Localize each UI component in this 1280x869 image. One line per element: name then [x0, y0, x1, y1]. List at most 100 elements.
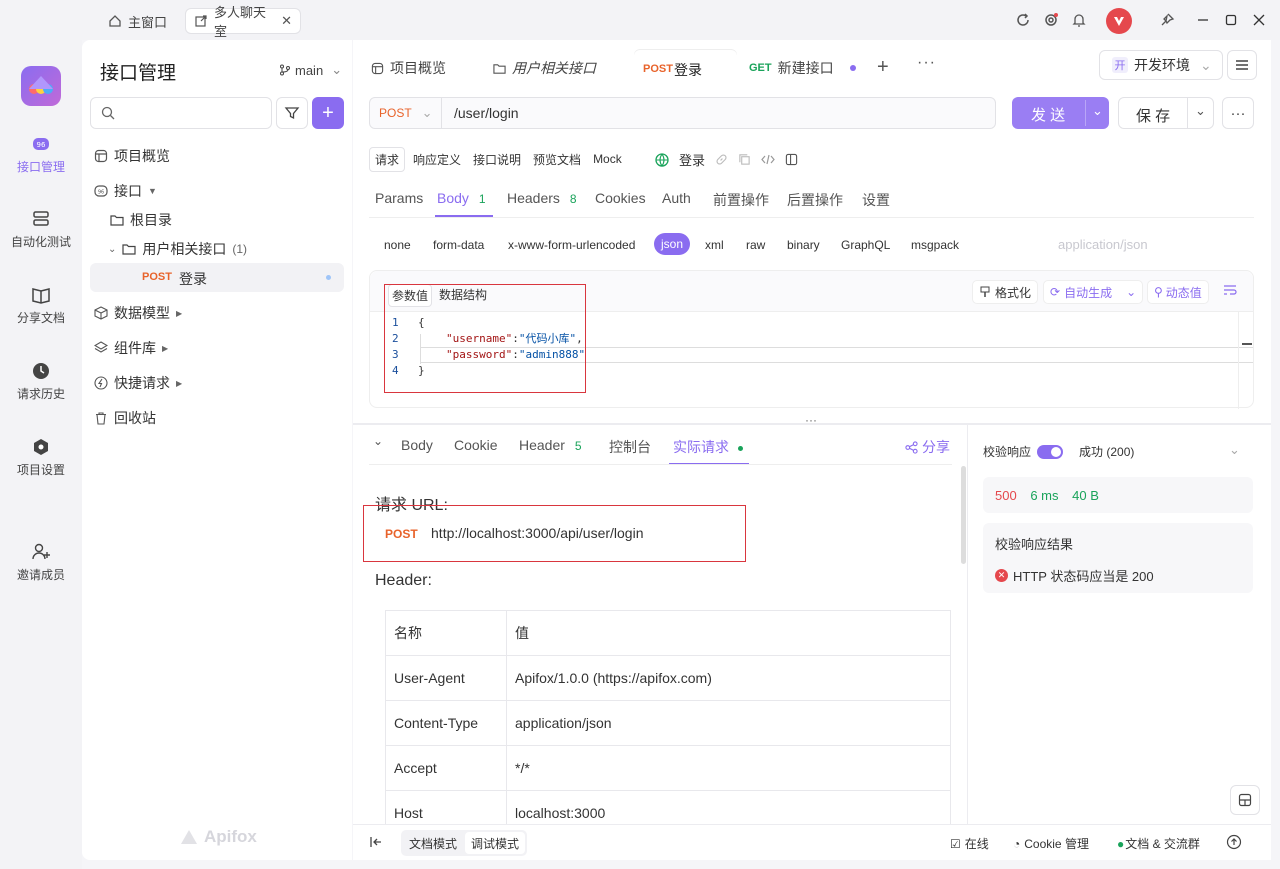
mode-tab-request[interactable]: 请求 — [369, 146, 406, 172]
chevron-down-icon[interactable]: ⌄ — [1126, 285, 1136, 299]
body-type-raw[interactable]: raw — [746, 238, 765, 252]
window-tab-chatroom[interactable]: 多人聊天室 ✕ — [185, 5, 301, 39]
chevron-down-icon[interactable]: ⌄ — [1229, 442, 1240, 458]
tree-item-components[interactable]: 组件库 ▶ — [94, 338, 168, 358]
branch-icon — [279, 64, 291, 76]
avatar[interactable] — [1106, 8, 1132, 34]
tree-item-endpoint-selected[interactable]: POST 登录 — [90, 263, 344, 292]
menu-button[interactable] — [1227, 50, 1257, 80]
share-button[interactable]: 分享 — [905, 437, 950, 457]
mode-tab-mock[interactable]: Mock — [589, 149, 626, 169]
more-tabs-button[interactable]: ··· — [917, 54, 936, 72]
tab-headers[interactable]: Headers 8 — [507, 190, 577, 206]
nav-project-settings[interactable]: 项目设置 — [0, 437, 82, 478]
body-type-graphql[interactable]: GraphQL — [841, 238, 890, 252]
response-tab-console[interactable]: 控制台 — [609, 437, 651, 457]
tab-settings[interactable]: 设置 — [862, 190, 890, 210]
pin-icon[interactable] — [1157, 10, 1177, 30]
response-tab-header[interactable]: Header 5 — [519, 437, 582, 453]
body-type-form-data[interactable]: form-data — [433, 238, 484, 252]
splitter-handle-icon[interactable]: ··· — [805, 413, 817, 427]
debug-mode-button[interactable]: 调试模式 — [465, 832, 526, 854]
tree-item-overview[interactable]: 项目概览 — [94, 146, 170, 166]
window-tab-main[interactable]: 主窗口 — [100, 8, 175, 34]
branch-selector[interactable]: main ⌄ — [279, 62, 342, 78]
close-icon[interactable]: ✕ — [281, 13, 292, 29]
body-type-binary[interactable]: binary — [787, 238, 820, 252]
mode-tab-description[interactable]: 接口说明 — [469, 148, 525, 171]
response-tab-body[interactable]: Body — [401, 437, 433, 453]
tab-auth[interactable]: Auth — [662, 190, 691, 206]
filter-button[interactable] — [276, 97, 308, 129]
tab-user-folder[interactable]: 用户相关接口 — [493, 52, 596, 84]
tab-new-interface[interactable]: GET 新建接口 — [749, 52, 856, 84]
tree-item-quick-request[interactable]: 快捷请求 ▶ — [94, 373, 182, 393]
wrap-icon[interactable] — [1222, 283, 1238, 297]
bell-icon[interactable] — [1069, 10, 1089, 30]
body-type-msgpack[interactable]: msgpack — [911, 238, 959, 252]
tab-pre-operations[interactable]: 前置操作 — [713, 190, 769, 210]
doc-mode-button[interactable]: 文档模式 — [403, 832, 463, 854]
editor-scrollbar-track[interactable] — [1238, 312, 1239, 409]
collapse-icon[interactable]: ⌄ — [373, 434, 383, 448]
code-icon[interactable] — [761, 153, 775, 166]
auto-generate-button[interactable]: ⟳ 自动生成 ⌄ — [1043, 280, 1143, 304]
format-button[interactable]: 格式化 — [972, 280, 1039, 304]
docs-label: 文档 & 交流群 — [1125, 837, 1200, 851]
refresh-icon[interactable] — [1013, 10, 1033, 30]
dynamic-value-button[interactable]: ⚲ 动态值 — [1147, 280, 1209, 304]
link-icon[interactable] — [715, 153, 728, 166]
environment-selector[interactable]: 开 开发环境 ⌄ — [1099, 50, 1223, 80]
tab-params[interactable]: Params — [375, 190, 423, 206]
minimize-icon[interactable] — [1193, 10, 1213, 30]
nav-api-management[interactable]: 96 接口管理 — [0, 134, 82, 175]
tree-item-interfaces[interactable]: 96 接口 ▼ — [94, 181, 157, 201]
tree-item-folder[interactable]: ⌄ 用户相关接口 (1) — [108, 239, 247, 259]
chevron-down-icon[interactable]: ⌄ — [1195, 103, 1206, 119]
mode-tab-preview[interactable]: 预览文档 — [529, 148, 585, 171]
body-type-xml[interactable]: xml — [705, 238, 724, 252]
body-type-urlencoded[interactable]: x-www-form-urlencoded — [508, 238, 635, 252]
upload-icon[interactable] — [1226, 834, 1242, 850]
search-input[interactable] — [90, 97, 272, 129]
response-scrollbar[interactable] — [961, 466, 966, 564]
copy-icon[interactable] — [738, 153, 751, 166]
gear-icon[interactable] — [1041, 10, 1061, 30]
tree-item-recycle-bin[interactable]: 回收站 — [94, 408, 156, 428]
maximize-icon[interactable] — [1221, 10, 1241, 30]
nav-request-history[interactable]: 请求历史 — [0, 361, 82, 402]
online-status[interactable]: ☑ 在线 — [950, 835, 989, 852]
method-selector[interactable]: POST ⌄ — [370, 98, 442, 128]
add-tab-button[interactable]: + — [877, 56, 889, 79]
nav-automation-test[interactable]: 自动化测试 — [0, 209, 82, 250]
tree-item-root[interactable]: 根目录 — [110, 210, 172, 230]
response-tab-cookie[interactable]: Cookie — [454, 437, 498, 453]
chevron-down-icon[interactable]: ⌄ — [1092, 103, 1103, 119]
panel-icon[interactable] — [785, 153, 798, 166]
tree-item-data-models[interactable]: 数据模型 ▶ — [94, 303, 182, 323]
tab-overview[interactable]: 项目概览 — [371, 52, 446, 84]
add-button[interactable]: + — [312, 97, 344, 129]
layout-toggle-button[interactable] — [1230, 785, 1260, 815]
body-type-none[interactable]: none — [384, 238, 411, 252]
save-button[interactable]: 保 存 ⌄ — [1118, 97, 1214, 129]
cookie-manager[interactable]: ◔ Cookie 管理 — [1013, 835, 1089, 852]
close-window-icon[interactable] — [1249, 10, 1269, 30]
nav-share-docs[interactable]: 分享文档 — [0, 285, 82, 326]
tab-login-active[interactable]: POST 登录 — [634, 50, 737, 87]
send-button[interactable]: 发 送 ⌄ — [1012, 97, 1109, 129]
response-tab-actual-request[interactable]: 实际请求 — [673, 437, 743, 457]
nav-invite-members[interactable]: 邀请成员 — [0, 542, 82, 583]
more-actions-button[interactable]: ··· — [1222, 97, 1254, 129]
tab-body[interactable]: Body 1 — [437, 190, 486, 206]
url-input[interactable]: /user/login — [454, 105, 519, 121]
method-badge: POST — [142, 271, 172, 283]
docs-community[interactable]: ● 文档 & 交流群 — [1117, 835, 1200, 852]
toggle-switch[interactable] — [1037, 444, 1064, 459]
mode-tab-response-def[interactable]: 响应定义 — [409, 148, 465, 171]
validate-response-toggle[interactable]: 校验响应 成功 (200) — [983, 443, 1134, 460]
body-type-json[interactable]: json — [654, 233, 690, 255]
tab-cookies[interactable]: Cookies — [595, 190, 646, 206]
tab-post-operations[interactable]: 后置操作 — [787, 190, 843, 210]
collapse-sidebar-icon[interactable] — [369, 835, 383, 849]
